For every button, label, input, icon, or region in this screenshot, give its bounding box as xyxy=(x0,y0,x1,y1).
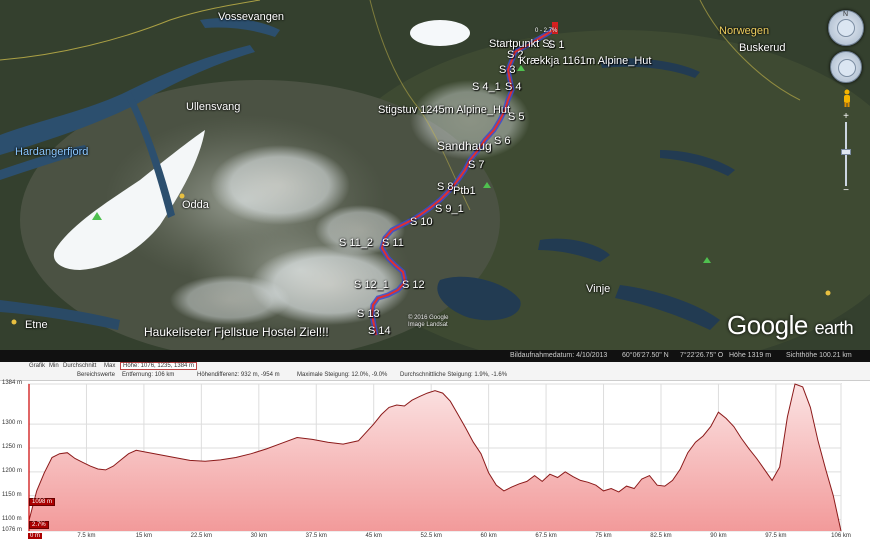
x-tick-label: 82.5 km xyxy=(650,533,672,539)
range-label: Bereichswerte xyxy=(77,372,116,378)
copyright-line: © 2016 Google xyxy=(408,315,449,321)
waypoint-label[interactable]: S 9_1 xyxy=(435,203,464,215)
waypoint-label[interactable]: S 5 xyxy=(508,111,525,123)
imagery-date: Bildaufnahmedatum: 4/10/2013 xyxy=(510,352,608,359)
cursor-height-tag: 1098 m xyxy=(29,498,56,506)
waypoint-label[interactable]: S 11_2 xyxy=(339,237,373,249)
avg-label: Durchschnitt xyxy=(63,363,97,369)
place-label: Ullensvang xyxy=(186,101,241,113)
look-navigation-control[interactable]: N xyxy=(828,10,864,46)
place-label: Buskerud xyxy=(739,42,786,54)
north-indicator: N xyxy=(843,11,849,18)
place-label: Hardangerfjord xyxy=(15,146,89,158)
avg-slope-stat: Durchschnittliche Steigung: 1.9%, -1.6% xyxy=(400,372,508,378)
elevation-chart[interactable] xyxy=(0,381,870,542)
max-label: Max xyxy=(104,363,116,369)
map-view[interactable]: Vossevangen Ullensvang Hardangerfjord Od… xyxy=(0,0,870,350)
logo-google-text: Google xyxy=(727,310,808,340)
y-tick-label: 1100 m xyxy=(2,515,22,522)
waypoint-label[interactable]: S 10 xyxy=(410,216,433,228)
waypoint-label[interactable]: S 3 xyxy=(499,64,516,76)
height-diff-stat: Höhendifferenz: 932 m, -954 m xyxy=(197,372,280,378)
copyright-line: Image Landsat xyxy=(408,322,448,328)
eye-altitude-readout: Sichthöhe 100.21 km xyxy=(786,352,852,359)
waypoint-label[interactable]: S 4 xyxy=(505,81,522,93)
place-label: Vinje xyxy=(586,283,611,295)
waypoint-label[interactable]: S 11 xyxy=(382,237,404,249)
place-label: Etne xyxy=(25,319,48,331)
zoom-thumb[interactable] xyxy=(841,149,851,155)
waypoint-label[interactable]: Haukeliseter Fjellstue Hostel Ziel!!! xyxy=(144,325,329,339)
waypoint-label[interactable]: S 1 xyxy=(548,39,565,51)
height-stat-dropdown[interactable]: Höhe: 1076, 1235, 1384 m xyxy=(120,362,198,370)
x-tick-label: 60 km xyxy=(480,533,497,539)
x-tick-label: 15 km xyxy=(135,533,153,539)
waypoint-label[interactable]: S 4_1 xyxy=(472,81,501,93)
waypoint-label[interactable]: S 6 xyxy=(494,135,511,147)
waypoint-label[interactable]: Sandhaug xyxy=(437,139,492,153)
zoom-slider[interactable]: + − xyxy=(840,112,852,196)
x-tick-label: 37.5 km xyxy=(305,533,327,539)
x-tick-label: 67.5 km xyxy=(535,533,557,539)
x-tick-label: 22.5 km xyxy=(190,533,213,539)
start-marker-label: 0 - 2.7% xyxy=(535,28,558,34)
waypoint-label[interactable]: S 7 xyxy=(468,159,485,171)
waypoint-label[interactable]: Krækkja 1161m Alpine_Hut xyxy=(519,55,651,67)
place-label: Vossevangen xyxy=(218,11,285,23)
y-tick-label: 1150 m xyxy=(2,491,22,498)
y-tick-label: 1076 m xyxy=(2,527,23,533)
graph-label: Grafik xyxy=(29,363,46,369)
waypoint-label[interactable]: S 13 xyxy=(357,308,380,320)
x-tick-label: 45 km xyxy=(365,533,382,539)
longitude-readout: 7°22'26.75" O xyxy=(680,352,724,359)
cursor-slope-tag: 2.7% xyxy=(29,521,49,529)
elevation-profile-panel[interactable]: Grafik Min Durchschnitt Max Höhe: 1076, … xyxy=(0,362,870,542)
distance-stat: Entfernung: 106 km xyxy=(122,372,175,378)
y-tick-label: 1250 m xyxy=(2,443,23,450)
profile-header: Grafik Min Durchschnitt Max Höhe: 1076, … xyxy=(0,362,870,381)
max-slope-stat: Maximale Steigung: 12.0%, -9.0% xyxy=(297,372,388,378)
waypoint-label[interactable]: S 8 xyxy=(437,181,454,193)
x-tick-label: 7.5 km xyxy=(77,533,96,539)
zoom-out-button[interactable]: − xyxy=(840,186,852,196)
waypoint-label[interactable]: S 12_1 xyxy=(354,279,389,291)
x-tick-label: 97.5 km xyxy=(765,533,787,539)
look-joystick[interactable] xyxy=(837,19,855,37)
x-tick-label: 52.5 km xyxy=(420,533,442,539)
move-navigation-control[interactable] xyxy=(830,51,862,83)
waypoint-label[interactable]: Ptb1 xyxy=(453,185,476,197)
latitude-readout: 60°06'27.50" N xyxy=(622,352,669,359)
move-joystick[interactable] xyxy=(838,59,856,77)
waypoint-label[interactable]: Stigstuv 1245m Alpine_Hut xyxy=(378,104,510,116)
place-label: Norwegen xyxy=(719,25,770,37)
x-tick-label: 90 km xyxy=(710,533,727,539)
copyright-text: © 2016 Google Image Landsat xyxy=(408,315,448,329)
google-earth-logo: Google earth xyxy=(727,310,854,341)
status-bar: Bildaufnahmedatum: 4/10/2013 60°06'27.50… xyxy=(0,350,870,362)
logo-earth-text: earth xyxy=(814,318,854,338)
min-label: Min xyxy=(49,363,59,369)
x-tick-label: 106 km xyxy=(831,533,851,539)
x-tick-label: 30 km xyxy=(250,533,267,539)
y-tick-label: 1384 m xyxy=(2,380,23,386)
waypoint-label[interactable]: S 14 xyxy=(368,325,391,337)
x-tick-label: 75 km xyxy=(595,533,612,539)
zoom-in-button[interactable]: + xyxy=(840,112,852,122)
y-tick-label: 1200 m xyxy=(2,467,23,474)
street-view-pegman-icon[interactable] xyxy=(842,89,852,107)
x-tick-label: 0 m xyxy=(27,533,43,539)
elevation-readout: Höhe 1319 m xyxy=(729,352,772,359)
waypoint-label[interactable]: S 12 xyxy=(402,279,425,291)
y-tick-label: 1300 m xyxy=(2,420,23,427)
place-label: Odda xyxy=(182,199,209,211)
